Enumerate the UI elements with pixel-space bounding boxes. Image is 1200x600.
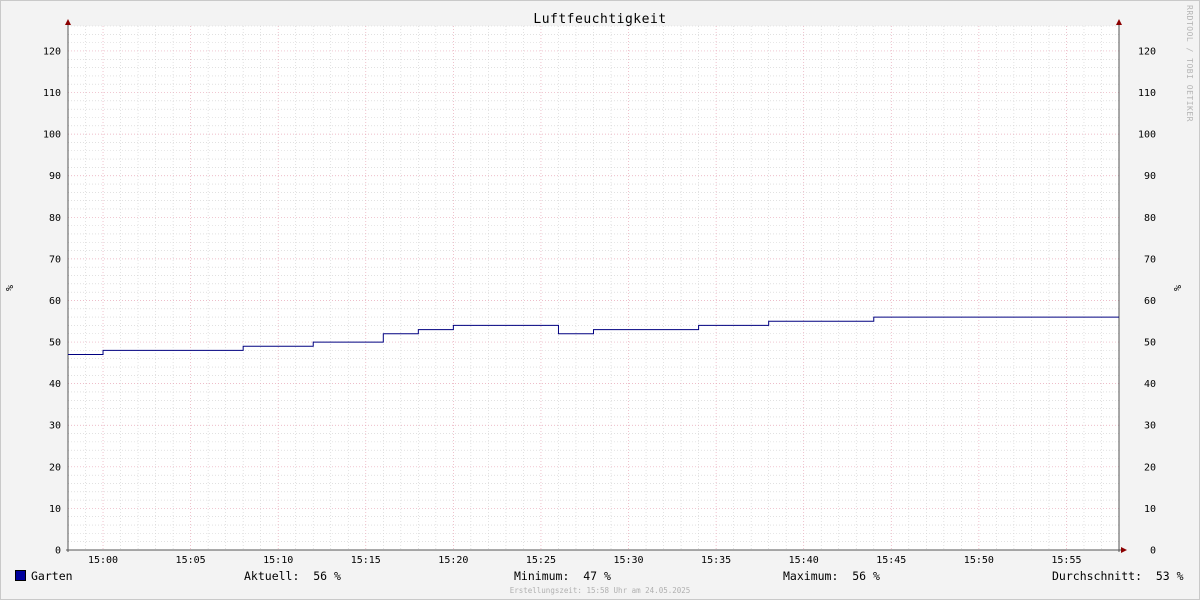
x-tick-label: 15:35 [701, 555, 731, 566]
y-tick-label: 10 [1144, 504, 1156, 515]
y-tick-label: 110 [1138, 88, 1156, 99]
legend: Garten Aktuell: 56 % Minimum: 47 % Maxim… [1, 569, 1199, 585]
x-tick-label: 15:15 [351, 555, 381, 566]
y-tick-label: 100 [43, 130, 61, 141]
stat-current: Aktuell: 56 % [244, 569, 341, 583]
y-tick-label: 80 [49, 213, 61, 224]
x-tick-labels: 15:00 15:05 15:10 15:15 15:20 15:25 15:30 15:35… [88, 555, 1082, 566]
stat-maximum: Maximum: 56 % [783, 569, 880, 583]
y-axis-left-arrow [65, 19, 71, 25]
y-tick-label: 10 [49, 504, 61, 515]
y-tick-label: 60 [1144, 296, 1156, 307]
x-tick-label: 15:05 [176, 555, 206, 566]
x-tick-label: 15:50 [964, 555, 994, 566]
y-tick-label: 80 [1144, 213, 1156, 224]
y-tick-label: 30 [1144, 421, 1156, 432]
x-tick-label: 15:25 [526, 555, 556, 566]
y-tick-label: 50 [1144, 338, 1156, 349]
x-tick-label: 15:10 [263, 555, 293, 566]
y-tick-labels-right: 0 10 20 30 40 50 60 70 80 90 100 110 120 [1138, 46, 1156, 556]
y-tick-label: 70 [1144, 254, 1156, 265]
y-tick-label: 100 [1138, 130, 1156, 141]
x-tick-label: 15:00 [88, 555, 118, 566]
y-tick-label: 110 [43, 88, 61, 99]
y-tick-label: 0 [55, 546, 61, 557]
y-tick-label: 120 [1138, 46, 1156, 57]
x-tick-label: 15:20 [438, 555, 468, 566]
y-tick-label: 40 [49, 379, 61, 390]
y-tick-label: 30 [49, 421, 61, 432]
y-tick-label: 60 [49, 296, 61, 307]
y-tick-label: 20 [1144, 462, 1156, 473]
y-axis-right-arrow [1116, 19, 1122, 25]
y-tick-label: 90 [1144, 171, 1156, 182]
legend-series-name: Garten [31, 569, 73, 583]
y-tick-label: 20 [49, 462, 61, 473]
y-tick-label: 120 [43, 46, 61, 57]
x-axis-arrow [1121, 547, 1127, 553]
x-tick-label: 15:30 [613, 555, 643, 566]
x-tick-label: 15:40 [789, 555, 819, 566]
x-tick-label: 15:45 [876, 555, 906, 566]
stat-minimum: Minimum: 47 % [514, 569, 611, 583]
y-tick-label: 50 [49, 338, 61, 349]
y-tick-label: 40 [1144, 379, 1156, 390]
y-tick-labels-left: 0 10 20 30 40 50 60 70 80 90 100 110 120 [43, 46, 61, 556]
y-axis-label-right: % [1173, 285, 1184, 291]
y-tick-label: 90 [49, 171, 61, 182]
y-tick-label: 70 [49, 254, 61, 265]
creation-time-footer: Erstellungszeit: 15:58 Uhr am 24.05.2025 [509, 586, 691, 595]
chart-frame: Luftfeuchtigkeit RRDTOOL / TOBI OETIKER … [0, 0, 1200, 600]
stat-average: Durchschnitt: 53 % [1052, 569, 1184, 583]
legend-swatch [15, 570, 26, 581]
y-tick-label: 0 [1150, 546, 1156, 557]
y-axis-label-left: % [5, 285, 16, 291]
x-tick-label: 15:55 [1051, 555, 1081, 566]
chart-svg: 0 10 20 30 40 50 60 70 80 90 100 110 120 0 10 20 30 40 50… [5, 19, 1184, 566]
